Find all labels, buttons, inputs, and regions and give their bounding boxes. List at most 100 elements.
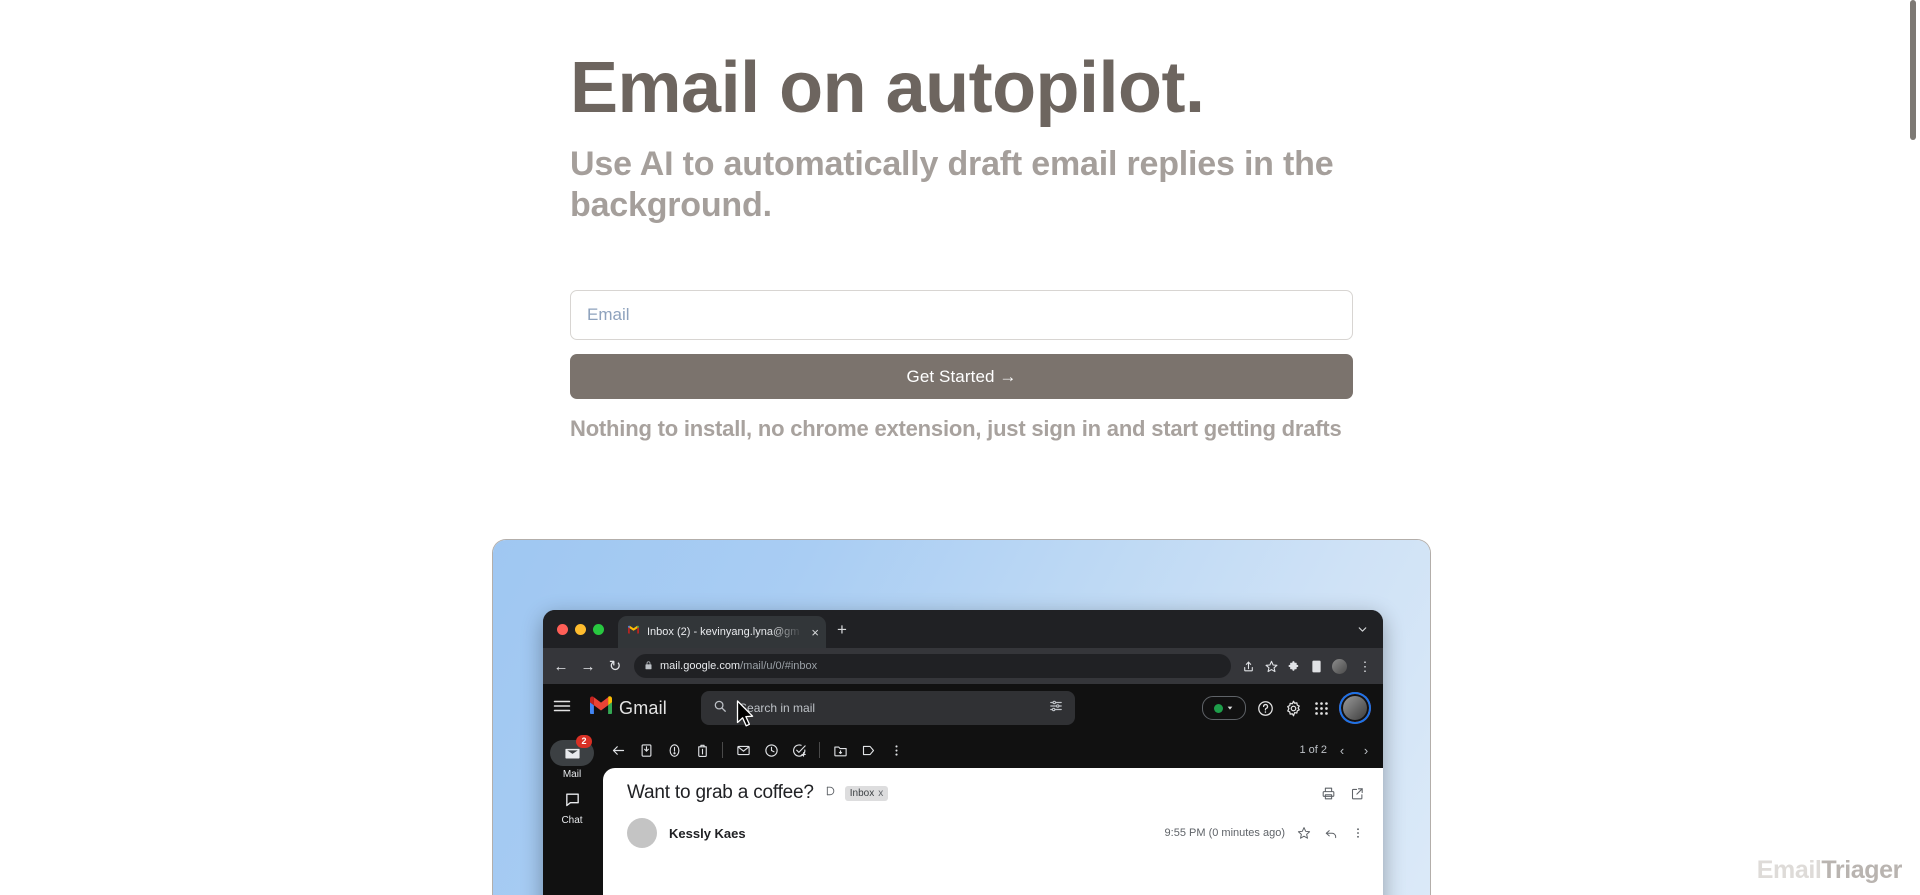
next-page-icon[interactable]: ›	[1355, 739, 1377, 761]
sender-avatar	[627, 818, 657, 848]
snooze-clock-icon[interactable]	[758, 737, 784, 763]
lock-icon	[644, 657, 653, 675]
chat-bubble-icon	[565, 793, 579, 806]
open-in-new-window-icon[interactable]	[1350, 786, 1365, 801]
inbox-label-chip[interactable]: Inbox x	[844, 785, 889, 801]
share-icon[interactable]	[1242, 660, 1255, 673]
new-tab-icon[interactable]: +	[837, 621, 847, 638]
page-scrollbar-track[interactable]	[1906, 0, 1920, 895]
more-options-icon[interactable]	[883, 737, 909, 763]
browser-omnibox-row: ← → ↻ mail.google.com/mail/u/0/#inbox ⋮	[543, 648, 1383, 684]
bookmark-star-icon[interactable]	[1265, 660, 1278, 673]
sidebar-item-mail-label: Mail	[562, 769, 582, 780]
sidebar-item-mail[interactable]: 2 Mail	[543, 735, 601, 780]
print-icon[interactable]	[1321, 786, 1336, 801]
gmail-wordmark: Gmail	[619, 697, 668, 718]
back-icon[interactable]: ←	[553, 659, 569, 674]
labels-icon[interactable]	[855, 737, 881, 763]
inbox-label-text: Inbox	[849, 787, 875, 799]
chevron-down-icon	[1227, 706, 1233, 710]
pagination-count: 1 of 2	[1299, 744, 1327, 756]
gmail-body: 2 Mail Chat 1 of 2 ‹ › Want to grab a co…	[543, 732, 1383, 895]
star-icon[interactable]	[1297, 826, 1311, 840]
gmail-favicon-icon	[627, 623, 640, 641]
sidebar-item-chat-label: Chat	[561, 815, 583, 826]
message-sender-row: Kessly Kaes 9:55 PM (0 minutes ago)	[627, 818, 1365, 848]
search-placeholder: Search in mail	[739, 701, 816, 715]
omnibox-actions: ⋮	[1242, 658, 1373, 674]
tab-search-chevron-down-icon[interactable]	[1356, 623, 1369, 641]
main-menu-icon[interactable]	[553, 699, 575, 718]
message-actions	[1297, 826, 1365, 840]
thread-icon	[823, 785, 836, 801]
url-text: mail.google.com/mail/u/0/#inbox	[660, 660, 817, 672]
toolbar-divider-2	[819, 742, 820, 758]
settings-gear-icon[interactable]	[1285, 700, 1302, 717]
previous-page-icon[interactable]: ‹	[1331, 739, 1353, 761]
browser-window: Inbox (2) - kevinyang.lyna@gm × + ← → ↻ …	[543, 610, 1383, 895]
sender-name: Kessly Kaes	[669, 825, 746, 841]
reply-icon[interactable]	[1324, 826, 1338, 840]
delete-icon[interactable]	[689, 737, 715, 763]
sidebar-item-chat[interactable]: Chat	[543, 786, 601, 826]
toolbar-divider	[722, 742, 723, 758]
extensions-puzzle-icon[interactable]	[1288, 660, 1301, 673]
watermark-email: Email	[1756, 856, 1822, 884]
hero-section: Email on autopilot. Use AI to automatica…	[570, 52, 1360, 227]
desktop-wallpaper-frame: Inbox (2) - kevinyang.lyna@gm × + ← → ↻ …	[493, 540, 1430, 895]
window-traffic-lights	[557, 624, 604, 635]
mark-unread-icon[interactable]	[730, 737, 756, 763]
gmail-header: Gmail Search in mail	[543, 684, 1383, 732]
back-to-inbox-icon[interactable]	[605, 737, 631, 763]
message-toolbar: 1 of 2 ‹ ›	[601, 732, 1383, 768]
browser-menu-icon[interactable]: ⋮	[1357, 660, 1373, 673]
help-icon[interactable]	[1257, 700, 1274, 717]
page-subtitle: Use AI to automatically draft email repl…	[570, 145, 1334, 225]
archive-icon[interactable]	[633, 737, 659, 763]
message-subject: Want to grab a coffee?	[627, 782, 814, 803]
page-scrollbar-thumb[interactable]	[1910, 0, 1916, 140]
fine-print-text: Nothing to install, no chrome extension,…	[570, 416, 1342, 441]
minimize-window-icon[interactable]	[575, 624, 586, 635]
signup-form: Get Started → Nothing to install, no chr…	[570, 290, 1353, 442]
message-subject-actions	[1321, 786, 1365, 801]
mail-unread-badge: 2	[576, 735, 592, 748]
chat-chip	[550, 786, 594, 812]
reload-icon[interactable]: ↻	[607, 659, 623, 674]
message-subject-row: Want to grab a coffee? Inbox x	[627, 782, 1365, 804]
watermark-triager: Triager	[1821, 856, 1902, 884]
page-title: Email on autopilot.	[570, 48, 1205, 128]
browser-tab-strip: Inbox (2) - kevinyang.lyna@gm × +	[543, 610, 1383, 648]
gmail-logo[interactable]: Gmail	[589, 696, 667, 720]
active-status-button[interactable]	[1202, 696, 1246, 720]
close-window-icon[interactable]	[557, 624, 568, 635]
gmail-app-rail: 2 Mail Chat	[543, 732, 601, 895]
message-reading-pane: Want to grab a coffee? Inbox x Kessly Ka…	[603, 768, 1383, 895]
move-to-folder-icon[interactable]	[827, 737, 853, 763]
browser-profile-avatar[interactable]	[1332, 658, 1347, 674]
url-path: /mail/u/0/#inbox	[740, 660, 818, 672]
browser-tab-title: Inbox (2) - kevinyang.lyna@gm	[647, 626, 800, 638]
add-to-tasks-icon[interactable]	[786, 737, 812, 763]
brand-watermark: EmailTriager	[1756, 856, 1903, 885]
browser-tab-gmail[interactable]: Inbox (2) - kevinyang.lyna@gm ×	[618, 616, 826, 648]
close-tab-icon[interactable]: ×	[810, 626, 820, 639]
google-apps-grid-icon[interactable]	[1313, 700, 1330, 717]
search-input[interactable]: Search in mail	[701, 691, 1076, 725]
forward-icon[interactable]: →	[580, 659, 596, 674]
search-options-icon[interactable]	[1049, 699, 1063, 718]
maximize-window-icon[interactable]	[593, 624, 604, 635]
message-more-options-icon[interactable]	[1351, 826, 1365, 840]
url-domain: mail.google.com	[660, 660, 741, 672]
status-dot-icon	[1214, 703, 1223, 713]
device-icon[interactable]	[1311, 660, 1322, 673]
get-started-button[interactable]: Get Started →	[570, 354, 1353, 399]
email-input[interactable]	[570, 290, 1353, 340]
report-spam-icon[interactable]	[661, 737, 687, 763]
url-bar[interactable]: mail.google.com/mail/u/0/#inbox	[634, 654, 1231, 678]
account-avatar[interactable]	[1340, 693, 1370, 723]
landing-page: Email on autopilot. Use AI to automatica…	[0, 0, 1920, 895]
message-timestamp: 9:55 PM (0 minutes ago)	[1164, 827, 1285, 839]
gmail-header-actions	[1202, 693, 1373, 723]
remove-label-icon[interactable]: x	[878, 788, 883, 799]
